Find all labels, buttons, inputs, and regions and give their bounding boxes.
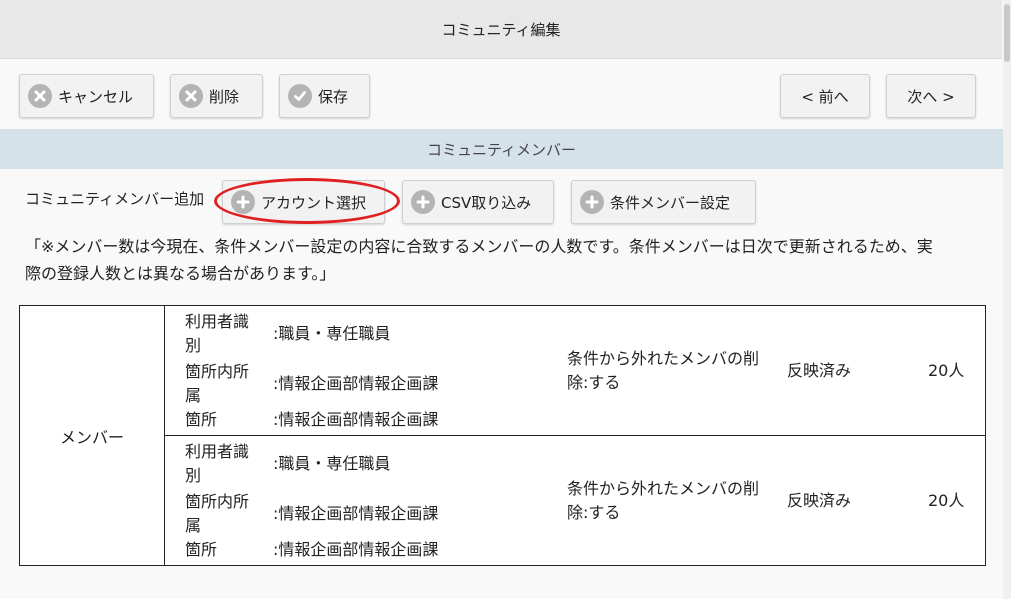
cancel-label: キャンセル xyxy=(58,87,134,106)
dept-in-key: 箇所内所 属 xyxy=(185,492,250,535)
dept-in-key: 箇所内所 属 xyxy=(185,362,250,405)
account-select-button[interactable]: アカウント選択 xyxy=(222,180,385,224)
dept-in-value: :情報企画部情報企画課 xyxy=(273,374,439,393)
condition-member-button[interactable]: 条件メンバー設定 xyxy=(571,180,756,224)
prev-button[interactable]: < 前へ xyxy=(780,74,870,118)
user-type-value: :職員・専任職員 xyxy=(273,454,391,473)
members-table: メンバー 利用者識 別 :職員・専任職員 箇所内所 属 :情報企画部情報企画課 … xyxy=(19,305,986,566)
vertical-scrollbar[interactable] xyxy=(1003,0,1011,599)
scrollbar-thumb[interactable] xyxy=(1004,4,1010,62)
member-condition-cell: 利用者識 別 :職員・専任職員 箇所内所 属 :情報企画部情報企画課 箇所 :情… xyxy=(164,435,986,566)
member-count: 20人 xyxy=(928,491,965,510)
members-label-cell: メンバー xyxy=(19,305,165,566)
remove-setting: 条件から外れたメンバの削 除:する xyxy=(567,349,760,392)
remove-setting: 条件から外れたメンバの削 除:する xyxy=(567,479,760,522)
dept-in-value: :情報企画部情報企画課 xyxy=(273,504,439,523)
next-label: 次へ > xyxy=(907,87,955,106)
csv-import-button[interactable]: CSV取り込み xyxy=(402,180,554,224)
section-header: コミュニティメンバー xyxy=(0,129,1003,169)
user-type-key: 利用者識 別 xyxy=(185,312,250,355)
user-type-value: :職員・専任職員 xyxy=(273,324,391,343)
note-line-1: 「※メンバー数は今現在、条件メンバー設定の内容に合致するメンバーの人数です。条件… xyxy=(25,237,933,256)
save-button[interactable]: 保存 xyxy=(279,74,370,118)
user-type-key: 利用者識 別 xyxy=(185,442,250,485)
delete-button[interactable]: 削除 xyxy=(170,74,263,118)
csv-import-label: CSV取り込み xyxy=(441,193,532,212)
add-member-label: コミュニティメンバー追加 xyxy=(25,190,205,208)
delete-label: 削除 xyxy=(209,87,240,106)
dept-value: :情報企画部情報企画課 xyxy=(273,540,439,559)
status-text: 反映済み xyxy=(787,491,852,510)
member-count-note: 「※メンバー数は今現在、条件メンバー設定の内容に合致するメンバーの人数です。条件… xyxy=(25,233,990,287)
close-icon xyxy=(28,84,52,108)
save-label: 保存 xyxy=(318,87,349,106)
note-line-2: 際の登録人数とは異なる場合があります。」 xyxy=(25,264,336,283)
member-count: 20人 xyxy=(928,361,965,380)
dept-key: 箇所 xyxy=(185,410,218,429)
plus-icon xyxy=(231,190,255,214)
dept-key: 箇所 xyxy=(185,540,218,559)
account-select-label: アカウント選択 xyxy=(261,193,367,212)
status-text: 反映済み xyxy=(787,361,852,380)
plus-icon xyxy=(580,190,604,214)
page-title: コミュニティ編集 xyxy=(441,20,561,39)
cancel-button[interactable]: キャンセル xyxy=(19,74,154,118)
prev-label: < 前へ xyxy=(801,87,849,106)
close-icon xyxy=(179,84,203,108)
table-row: 利用者識 別 :職員・専任職員 箇所内所 属 :情報企画部情報企画課 箇所 :情… xyxy=(20,435,986,566)
check-icon xyxy=(288,84,312,108)
page-header: コミュニティ編集 xyxy=(0,0,1002,59)
section-title: コミュニティメンバー xyxy=(426,140,577,159)
dept-value: :情報企画部情報企画課 xyxy=(273,410,439,429)
members-label: メンバー xyxy=(59,427,124,447)
member-condition-cell: 利用者識 別 :職員・専任職員 箇所内所 属 :情報企画部情報企画課 箇所 :情… xyxy=(164,305,986,436)
table-row: メンバー 利用者識 別 :職員・専任職員 箇所内所 属 :情報企画部情報企画課 … xyxy=(19,305,986,566)
next-button[interactable]: 次へ > xyxy=(886,74,976,118)
plus-icon xyxy=(411,190,435,214)
condition-member-label: 条件メンバー設定 xyxy=(610,193,731,212)
